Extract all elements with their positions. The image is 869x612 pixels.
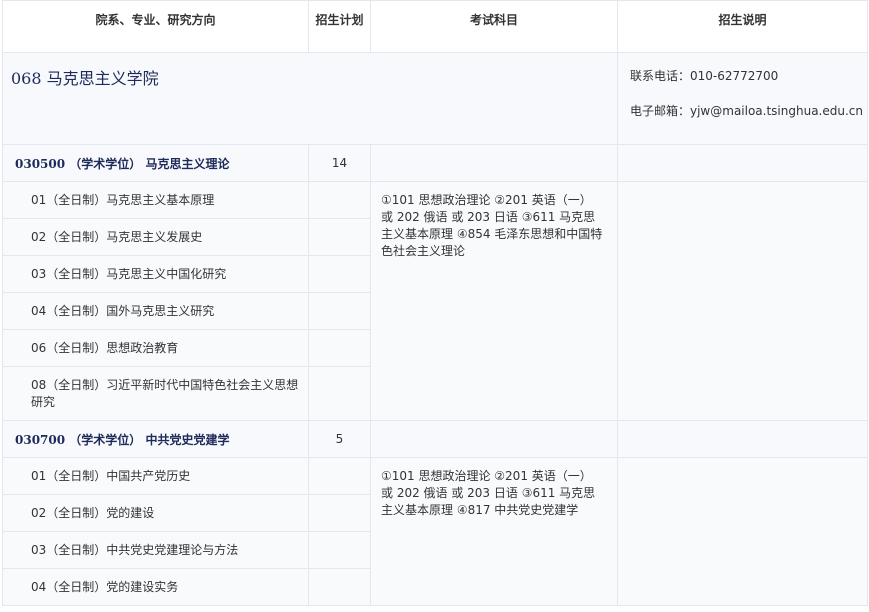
direction-plan: [308, 531, 371, 569]
direction-name: 02（全日制）党的建设: [31, 505, 155, 520]
major-exam-empty: [370, 144, 618, 182]
contact-phone: 联系电话：010-62772700: [630, 69, 779, 83]
major-notes-empty: [617, 144, 868, 182]
admissions-table: 院系、专业、研究方向 招生计划 考试科目 招生说明 068 马克思主义学院 联系…: [2, 0, 868, 606]
direction-plan: [308, 568, 371, 606]
direction-row: 01（全日制）马克思主义基本原理 ①101 思想政治理论 ②201 英语（一） …: [2, 181, 868, 421]
exam-subjects: ①101 思想政治理论 ②201 英语（一） 或 202 俄语 或 203 日语…: [370, 457, 618, 606]
major-title-cell: 030500 （学术学位） 马克思主义理论: [2, 144, 309, 182]
school-contact-cell: 联系电话：010-62772700 电子邮箱：yjw@mailoa.tsingh…: [617, 52, 868, 145]
header-exam-subjects: 考试科目: [370, 0, 618, 53]
major-row: 030500 （学术学位） 马克思主义理论 14: [2, 144, 868, 182]
table-header-row: 院系、专业、研究方向 招生计划 考试科目 招生说明: [2, 0, 868, 53]
contact-email: 电子邮箱：yjw@mailoa.tsinghua.edu.cn: [630, 104, 863, 118]
direction-name: 01（全日制）中国共产党历史: [31, 468, 191, 483]
direction-plan: [308, 457, 371, 495]
direction-name: 08（全日制）习近平新时代中国特色社会主义思想研究: [31, 377, 299, 409]
school-row: 068 马克思主义学院 联系电话：010-62772700 电子邮箱：yjw@m…: [2, 52, 868, 145]
direction-name: 01（全日制）马克思主义基本原理: [31, 192, 215, 207]
direction-name: 02（全日制）马克思主义发展史: [31, 229, 203, 244]
direction-plan: [308, 494, 371, 532]
header-plan: 招生计划: [308, 0, 371, 53]
header-notes: 招生说明: [617, 0, 868, 53]
direction-name: 04（全日制）党的建设实务: [31, 579, 179, 594]
major-plan: 14: [308, 144, 371, 182]
major-plan: 5: [308, 420, 371, 458]
notes-cell: [617, 181, 868, 421]
major-title: 030700 （学术学位） 中共党史党建学: [15, 432, 230, 447]
direction-plan: [308, 292, 371, 330]
school-title: 068 马克思主义学院: [11, 69, 159, 88]
major-title: 030500 （学术学位） 马克思主义理论: [15, 156, 230, 171]
direction-name: 06（全日制）思想政治教育: [31, 340, 179, 355]
contact-info: 联系电话：010-62772700 电子邮箱：yjw@mailoa.tsingh…: [618, 53, 867, 120]
direction-name: 04（全日制）国外马克思主义研究: [31, 303, 215, 318]
major-exam-empty: [370, 420, 618, 458]
header-department: 院系、专业、研究方向: [2, 0, 309, 53]
direction-plan: [308, 329, 371, 367]
direction-name: 03（全日制）中共党史党建理论与方法: [31, 542, 239, 557]
direction-plan: [308, 366, 371, 421]
direction-name: 03（全日制）马克思主义中国化研究: [31, 266, 227, 281]
major-notes-empty: [617, 420, 868, 458]
major-title-cell: 030700 （学术学位） 中共党史党建学: [2, 420, 309, 458]
school-cell: 068 马克思主义学院: [2, 52, 618, 145]
major-row: 030700 （学术学位） 中共党史党建学 5: [2, 420, 868, 458]
direction-plan: [308, 255, 371, 293]
notes-cell: [617, 457, 868, 606]
direction-plan: [308, 181, 371, 219]
direction-row: 01（全日制）中国共产党历史 ①101 思想政治理论 ②201 英语（一） 或 …: [2, 457, 868, 606]
direction-plan: [308, 218, 371, 256]
exam-subjects: ①101 思想政治理论 ②201 英语（一） 或 202 俄语 或 203 日语…: [370, 181, 618, 421]
